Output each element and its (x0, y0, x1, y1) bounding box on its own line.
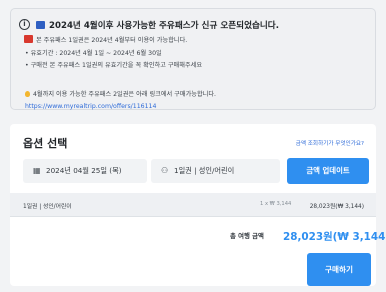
section-title: 옵션 선택 (23, 137, 68, 150)
help-link[interactable]: 금액 조회하기가 무엇인가요? (296, 139, 364, 147)
selected-item-row: 1일권 | 성인/어린이 1 x ₩ 3,144 28,023원(₩ 3,144… (10, 193, 376, 216)
notice-title: 2024년 4월이후 사용가능한 주유패스가 신규 오픈되었습니다. (49, 21, 279, 31)
notice-line-4: 4월까지 이용 가능한 주유패스 2일권은 아래 링크에서 구매가능합니다. (33, 91, 216, 98)
offer-link[interactable]: https://www.myrealtrip.com/offers/116114 (25, 103, 156, 110)
selected-item-price: 28,023원(₩ 3,144) (309, 204, 364, 210)
total-value: 28,023원(₩ 3,144) (283, 231, 386, 243)
date-value: 2024년 04월 25일 (목) (46, 166, 122, 175)
alert-icon (24, 35, 33, 43)
notice-box: i 2024년 4월이후 사용가능한 주유패스가 신규 오픈되었습니다. 본 주… (10, 8, 376, 110)
notice-line-1: 본 주유패스 1일권은 2024년 4월부터 이용이 가능합니다. (36, 37, 188, 44)
update-price-button[interactable]: 금액 업데이트 (287, 158, 369, 184)
quantity-value: 1일권 | 성인/어린이 (174, 166, 235, 175)
quantity-selector[interactable]: ⚇ 1일권 | 성인/어린이 (151, 159, 280, 183)
date-picker[interactable]: ▦ 2024년 04월 25일 (목) (23, 159, 147, 183)
lightbulb-icon (25, 91, 30, 97)
divider (10, 216, 376, 217)
notice-line-2: • 유효기간 : 2024년 4월 1일 ~ 2024년 6월 30일 (25, 50, 162, 57)
notice-line-3: • 구매전 본 주유패스 1일권의 유효기간을 꼭 확인하고 구매해주세요 (25, 62, 203, 69)
new-badge-icon (36, 21, 45, 29)
calendar-icon: ▦ (33, 166, 41, 175)
people-icon: ⚇ (161, 166, 169, 175)
selected-item-calc: 1 x ₩ 3,144 (260, 201, 292, 207)
buy-button[interactable]: 구매하기 (307, 253, 371, 286)
total-label: 총 여행 금액 (230, 232, 264, 240)
info-icon: i (19, 19, 30, 30)
selected-item-name: 1일권 | 성인/어린이 (23, 204, 72, 210)
